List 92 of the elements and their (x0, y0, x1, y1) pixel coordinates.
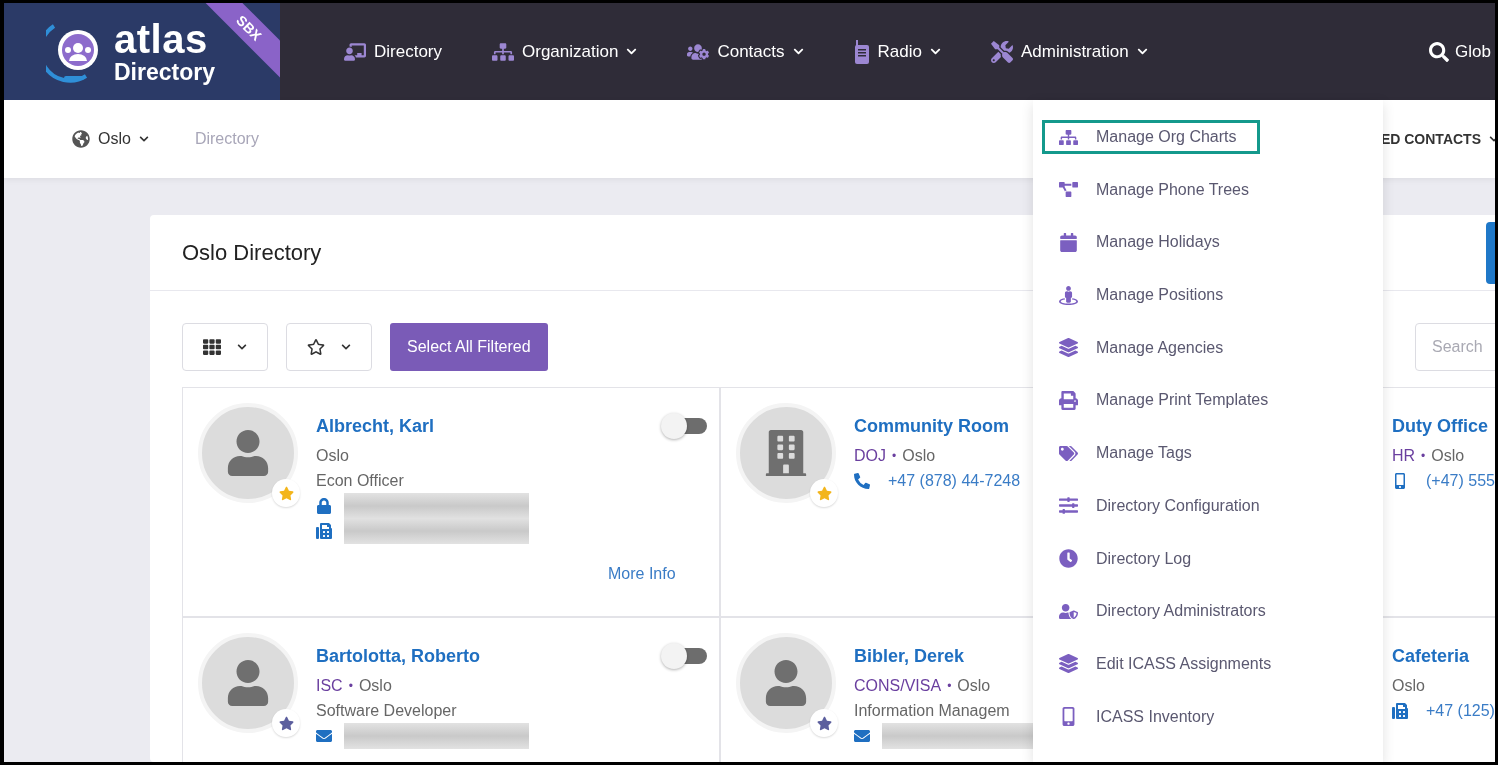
select-all-button[interactable]: Select All Filtered (390, 322, 548, 371)
menu-item[interactable]: Directory Configuration (1042, 488, 1283, 523)
envelope-icon (854, 727, 870, 744)
calendar-icon (1059, 232, 1078, 252)
location-text: Oslo (1431, 446, 1465, 465)
job-title: Econ Officer (316, 471, 404, 490)
caret-icon (626, 46, 638, 57)
location-text: Oslo (957, 676, 991, 695)
search-icon (1429, 41, 1450, 62)
building-icon (763, 430, 809, 476)
org-chart-icon (492, 40, 514, 63)
globe-icon (72, 130, 90, 148)
location-text: Oslo (358, 676, 392, 695)
presentation-icon (344, 40, 366, 63)
grid-icon (203, 337, 221, 356)
menu-item[interactable]: Manage Phone Trees (1042, 172, 1272, 207)
person-pin-icon (1059, 285, 1078, 305)
phone-icon (854, 472, 870, 489)
brand-name: atlas (114, 19, 209, 59)
contact-name[interactable]: Albrecht, Karl (316, 416, 529, 437)
menu-item[interactable]: Manage Positions (1042, 278, 1247, 313)
separator-dot: • (348, 678, 353, 693)
caret-icon (929, 46, 941, 57)
location-text: Oslo (316, 446, 349, 465)
fax-icon (1392, 702, 1408, 719)
org-chart-icon (1059, 127, 1078, 147)
envelope-icon (316, 727, 332, 744)
network-icon (1059, 180, 1078, 200)
contact-number[interactable]: (+47) 555 (1426, 471, 1495, 490)
menu-item[interactable]: Manage Print Templates (1042, 383, 1292, 418)
favorites-dropdown[interactable] (286, 322, 372, 371)
caret-icon (237, 341, 247, 352)
contact-number[interactable]: +47 (125) (1426, 701, 1495, 720)
more-info-link[interactable]: More Info (608, 565, 676, 583)
contact-name[interactable]: Cafeteria (1392, 646, 1495, 667)
panel-title: Oslo Directory (182, 239, 322, 266)
menu-item[interactable]: Manage Agencies (1042, 330, 1247, 365)
walkie-talkie-icon (853, 39, 870, 64)
agency-label: HR (1392, 446, 1416, 465)
agency-label: DOJ (854, 446, 886, 465)
caret-icon (792, 46, 804, 57)
contact-name[interactable]: Duty Office (1392, 416, 1495, 437)
user-shield-icon (1059, 601, 1078, 621)
tools-icon (990, 40, 1013, 63)
person-silhouette-icon (225, 430, 271, 476)
menu-item[interactable]: Manage Holidays (1042, 225, 1243, 260)
brand-product: Directory (114, 61, 215, 84)
person-silhouette-icon (763, 660, 809, 706)
caret-icon (138, 134, 149, 144)
star-icon (307, 337, 325, 356)
location-dropdown[interactable]: Oslo (72, 130, 149, 148)
agency-label: ISC (316, 676, 343, 695)
nav-menu-button[interactable]: Radio (853, 31, 941, 72)
job-title: Software Developer (316, 701, 457, 720)
separator-dot: • (947, 678, 952, 693)
layers-icon (1059, 338, 1078, 358)
sliders-icon (1059, 496, 1078, 516)
nav-menu-button[interactable]: Organization (492, 32, 638, 71)
printer-icon (1059, 390, 1078, 410)
menu-item[interactable]: Manage Tags (1042, 436, 1215, 471)
tags-icon (1059, 443, 1078, 463)
global-search-button[interactable]: Glob (1429, 41, 1491, 62)
breadcrumb: Directory (194, 130, 259, 148)
location-text: Oslo (1392, 676, 1425, 695)
fax-icon (316, 522, 332, 539)
menu-item[interactable]: ICASS Inventory (1042, 699, 1238, 734)
contact-name[interactable]: Bartolotta, Roberto (316, 646, 529, 667)
search-field[interactable]: Search (1415, 322, 1495, 371)
location-text: Oslo (902, 446, 936, 465)
caret-icon (1136, 46, 1148, 57)
contact-name[interactable]: Community Room (854, 416, 1021, 437)
separator-dot: • (892, 448, 897, 463)
contact-number[interactable]: +47 (878) 44-7248 (888, 471, 1021, 490)
nav-menu-button[interactable]: Administration (990, 32, 1148, 71)
nav-menu-button[interactable]: Contacts (687, 32, 804, 71)
clock-icon (1059, 549, 1078, 568)
select-toggle[interactable] (661, 413, 707, 439)
menu-item[interactable]: Manage Org Charts (1042, 120, 1260, 154)
menu-item[interactable]: Edit ICASS Assignments (1042, 646, 1295, 681)
view-dropdown[interactable] (182, 322, 268, 371)
caret-icon (341, 341, 351, 352)
lock-icon (316, 497, 332, 514)
agency-label: CONS/VISA (854, 676, 942, 695)
select-toggle[interactable] (661, 643, 707, 669)
menu-item[interactable]: Directory Administrators (1042, 594, 1289, 629)
menu-item[interactable]: Directory Log (1042, 541, 1215, 576)
job-title: Information Managem (854, 701, 1010, 720)
layers-icon (1059, 654, 1078, 674)
nav-menu-button[interactable]: Directory (344, 32, 442, 71)
separator-dot: • (1421, 448, 1426, 463)
person-silhouette-icon (225, 660, 271, 706)
mobile-phone-icon (1392, 472, 1408, 489)
